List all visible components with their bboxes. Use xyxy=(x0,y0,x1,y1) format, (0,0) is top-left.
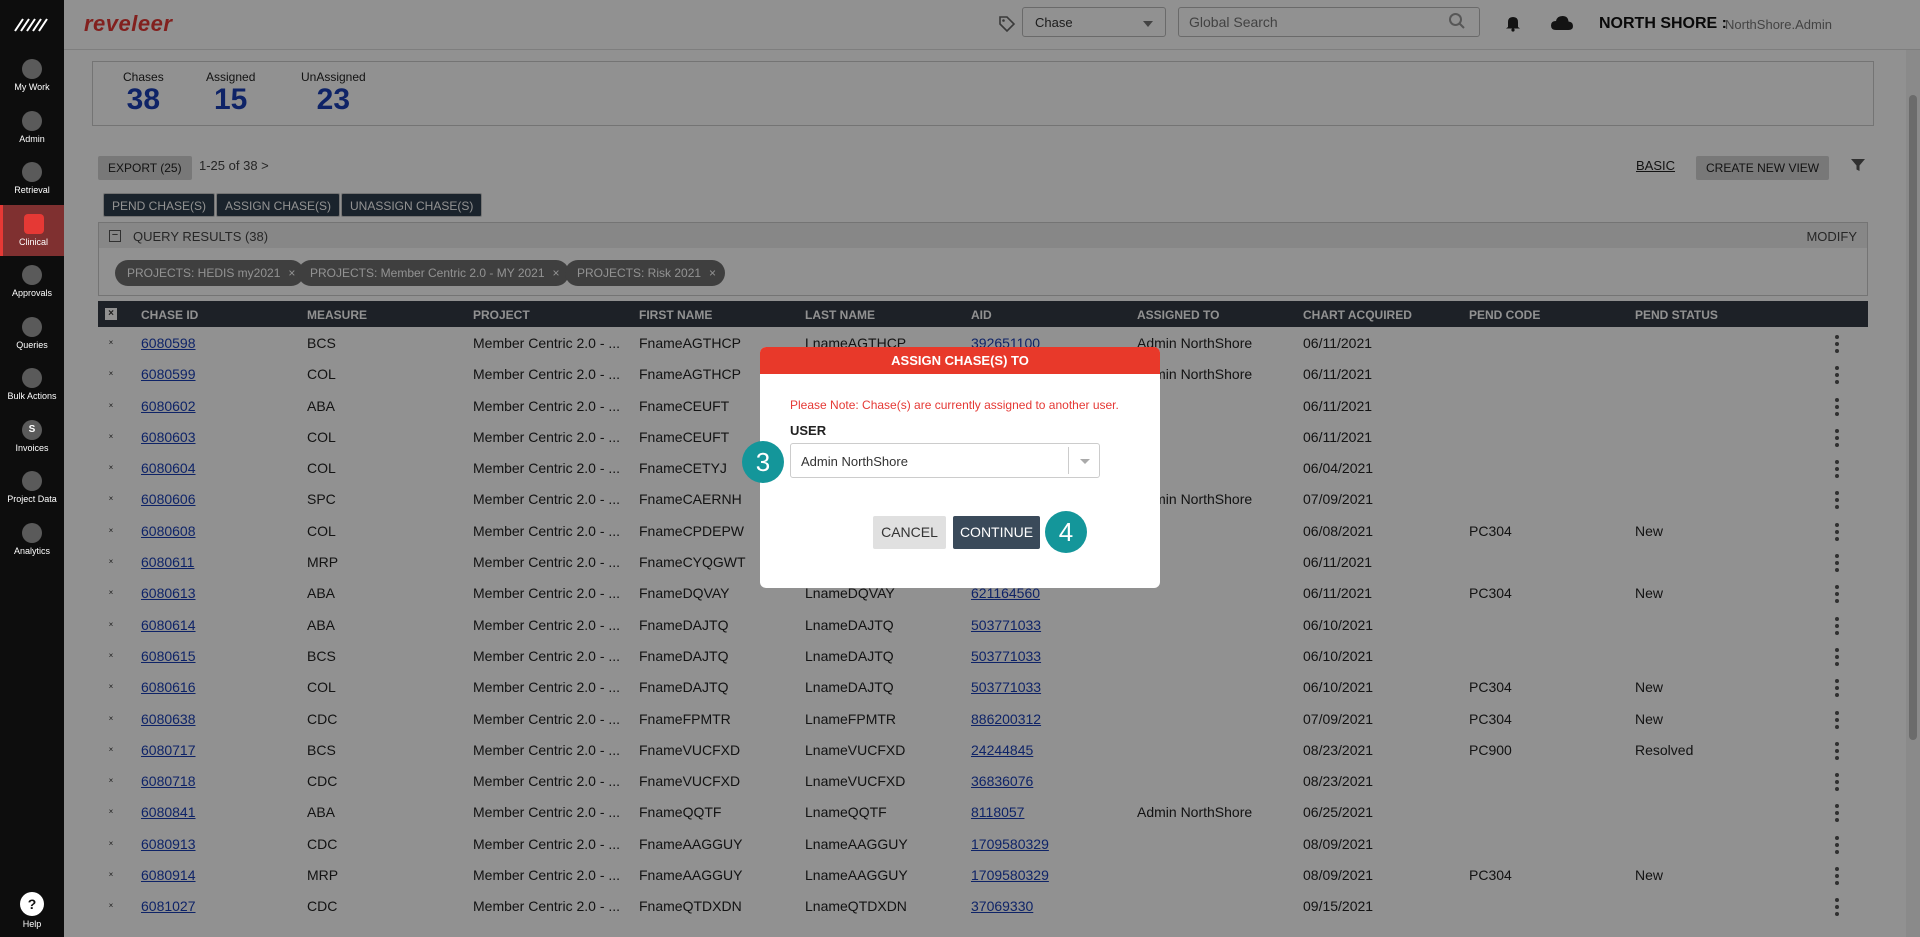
help-icon: ? xyxy=(20,892,44,916)
app-logo[interactable] xyxy=(0,0,64,50)
home-icon xyxy=(22,59,42,80)
sidebar-item-label: Project Data xyxy=(7,494,57,505)
sidebar-item-approvals[interactable]: Approvals xyxy=(0,256,64,308)
sidebar-item-queries[interactable]: Queries xyxy=(0,308,64,360)
dialog-note: Please Note: Chase(s) are currently assi… xyxy=(790,398,1119,412)
sidebar-item-admin[interactable]: Admin xyxy=(0,102,64,154)
cancel-button[interactable]: CANCEL xyxy=(873,516,946,549)
sidebar-item-clinical[interactable]: Clinical xyxy=(0,204,64,256)
logo-icon xyxy=(14,18,48,32)
sidebar-item-label: Queries xyxy=(16,339,48,350)
sidebar: My Work Admin Retrieval Clinical Approvals Qu… xyxy=(0,0,64,937)
sidebar-item-analytics[interactable]: Analytics xyxy=(0,514,64,566)
step-marker: 4 xyxy=(1045,511,1087,553)
bulk-actions-icon xyxy=(22,368,42,389)
sidebar-item-label: Approvals xyxy=(11,288,53,299)
sidebar-item-my-work[interactable]: My Work xyxy=(0,50,64,102)
sidebar-item-retrieval[interactable]: Retrieval xyxy=(0,153,64,205)
help-button[interactable]: ? Help xyxy=(0,892,64,929)
dropdown-divider xyxy=(1068,447,1069,474)
sidebar-item-label: Retrieval xyxy=(14,185,50,196)
clinical-icon xyxy=(23,213,44,234)
sidebar-item-invoices[interactable]: S Invoices xyxy=(0,411,64,463)
sidebar-item-label: Bulk Actions xyxy=(7,391,57,402)
analytics-icon xyxy=(22,522,42,543)
user-field-label: USER xyxy=(790,423,827,438)
invoices-icon: S xyxy=(22,419,42,440)
retrieval-icon xyxy=(22,162,42,183)
sidebar-item-project-data[interactable]: Project Data xyxy=(0,462,64,514)
help-label: Help xyxy=(22,919,42,929)
sidebar-item-label: My Work xyxy=(14,82,50,93)
sidebar-item-label: Analytics xyxy=(13,545,50,556)
sidebar-item-bulk-actions[interactable]: Bulk Actions xyxy=(0,359,64,411)
user-dropdown-value: Admin NorthShore xyxy=(801,454,908,469)
step-marker: 3 xyxy=(742,441,784,483)
sidebar-item-label: Admin xyxy=(19,133,45,144)
chevron-down-icon[interactable] xyxy=(1080,459,1090,464)
user-dropdown[interactable]: Admin NorthShore xyxy=(790,443,1100,478)
project-data-icon xyxy=(22,471,42,492)
continue-button[interactable]: CONTINUE xyxy=(953,516,1040,549)
sidebar-item-label: Invoices xyxy=(15,442,49,453)
dialog-title: ASSIGN CHASE(S) TO xyxy=(760,347,1160,374)
queries-icon xyxy=(22,316,42,337)
settings-icon xyxy=(22,110,42,131)
assign-chases-dialog: ASSIGN CHASE(S) TO Please Note: Chase(s)… xyxy=(760,347,1160,588)
sidebar-item-label: Clinical xyxy=(18,236,48,247)
approvals-icon xyxy=(22,265,42,286)
